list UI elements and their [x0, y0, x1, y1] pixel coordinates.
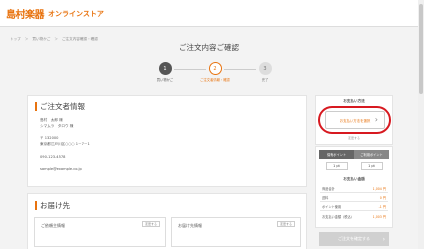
section-accent-bar — [35, 102, 37, 111]
summary-row: 商品合計 1,004 円 — [322, 186, 386, 191]
step-number: 2 — [208, 62, 222, 75]
confirm-order-button[interactable]: ご注文を確定する › — [319, 232, 389, 246]
step-number: 3 — [258, 62, 272, 75]
billing-info-box: ご依頼主情報 変更する — [34, 217, 166, 247]
billing-change-button[interactable]: 変更する — [142, 221, 160, 227]
use-points-label: ご利用ポイント — [354, 150, 389, 159]
step-cart: 1 買い物かご — [145, 62, 185, 82]
delivery-heading: お届け先 — [35, 200, 70, 211]
logo-mark: 島村楽器 — [6, 10, 45, 21]
section-accent-bar — [35, 201, 37, 210]
step-number: 1 — [158, 62, 172, 75]
orderer-kana: シマムラ タロウ 様 — [40, 124, 74, 128]
summary-row: 送料 0 円 — [322, 195, 386, 200]
checkout-steps: 1 買い物かご 2 ご注文者情報・確認 3 完了 — [140, 60, 280, 86]
owned-points-label: 保有ポイント — [319, 150, 354, 159]
orderer-name: 島村 太郎 様 — [40, 118, 63, 122]
page-title: ご注文内容ご確認 — [179, 43, 239, 52]
highlight-ring — [318, 106, 391, 134]
shipping-change-button[interactable]: 変更する — [277, 221, 295, 227]
step-complete: 3 完了 — [245, 62, 285, 82]
summary-total-value: 1,003 円 — [372, 215, 386, 219]
orderer-postal: 〒 132000 — [40, 136, 59, 140]
scrollbar-thumb[interactable] — [419, 4, 423, 94]
orderer-phone: 090-123-4578 — [40, 155, 66, 159]
points-table: 保有ポイント 1 pt ご利用ポイント 1 pt — [319, 150, 389, 174]
summary-row: ポイント使用 -1 円 — [322, 204, 386, 209]
chevron-right-icon: › — [382, 235, 385, 243]
summary-row-label: 商品合計 — [322, 187, 335, 191]
orderer-address: 東京都江戸川区○○○ 1－7－1 — [40, 142, 90, 146]
logo-subtitle: オンラインストア — [48, 9, 104, 18]
orderer-email: sample@example.co.jp — [40, 167, 82, 171]
summary-row-label: 送料 — [322, 196, 329, 200]
summary-divider — [320, 210, 388, 211]
shipping-info-title: お届け先情報 — [178, 223, 202, 228]
summary-row-value: 0 円 — [379, 196, 386, 200]
payment-method-heading: お支払い方法 — [343, 99, 365, 103]
payment-change-link[interactable]: 変更する — [348, 136, 360, 140]
orderer-info-panel: ご注文者情報 島村 太郎 様 シマムラ タロウ 様 〒 132000 東京都江戸… — [27, 95, 307, 187]
summary-divider — [320, 201, 388, 202]
billing-info-title: ご依頼主情報 — [41, 223, 65, 228]
orderer-info-title: ご注文者情報 — [40, 102, 85, 111]
orderer-info-heading: ご注文者情報 — [35, 101, 85, 112]
owned-points-column: 保有ポイント 1 pt — [319, 150, 354, 174]
summary-row-value: -1 円 — [378, 205, 386, 209]
summary-total-row: お支払い金額（税込） 1,003 円 — [322, 214, 386, 219]
step-label: 買い物かご — [156, 78, 174, 82]
owned-points-value: 1 pt — [325, 162, 348, 170]
use-points-input[interactable]: 1 pt — [360, 162, 383, 170]
site-logo[interactable]: 島村楽器 オンラインストア — [6, 6, 104, 22]
step-orderer-info: 2 ご注文者情報・確認 — [195, 62, 235, 82]
shipping-info-box: お届け先情報 変更する — [171, 217, 301, 247]
delivery-title: お届け先 — [40, 201, 70, 210]
page-scrollbar[interactable] — [418, 0, 424, 249]
summary-divider — [320, 192, 388, 193]
summary-row-value: 1,004 円 — [372, 187, 386, 191]
step-label: ご注文者情報・確認 — [200, 78, 230, 82]
payment-amount-heading: お支払い金額 — [343, 177, 365, 181]
site-header: 島村楽器 オンラインストア — [0, 0, 424, 27]
use-points-column: ご利用ポイント 1 pt — [354, 150, 389, 174]
summary-total-label: お支払い金額（税込） — [322, 215, 354, 219]
summary-row-label: ポイント使用 — [322, 205, 342, 209]
step-label: 完了 — [261, 78, 269, 82]
confirm-order-label: ご注文を確定する — [338, 236, 370, 241]
